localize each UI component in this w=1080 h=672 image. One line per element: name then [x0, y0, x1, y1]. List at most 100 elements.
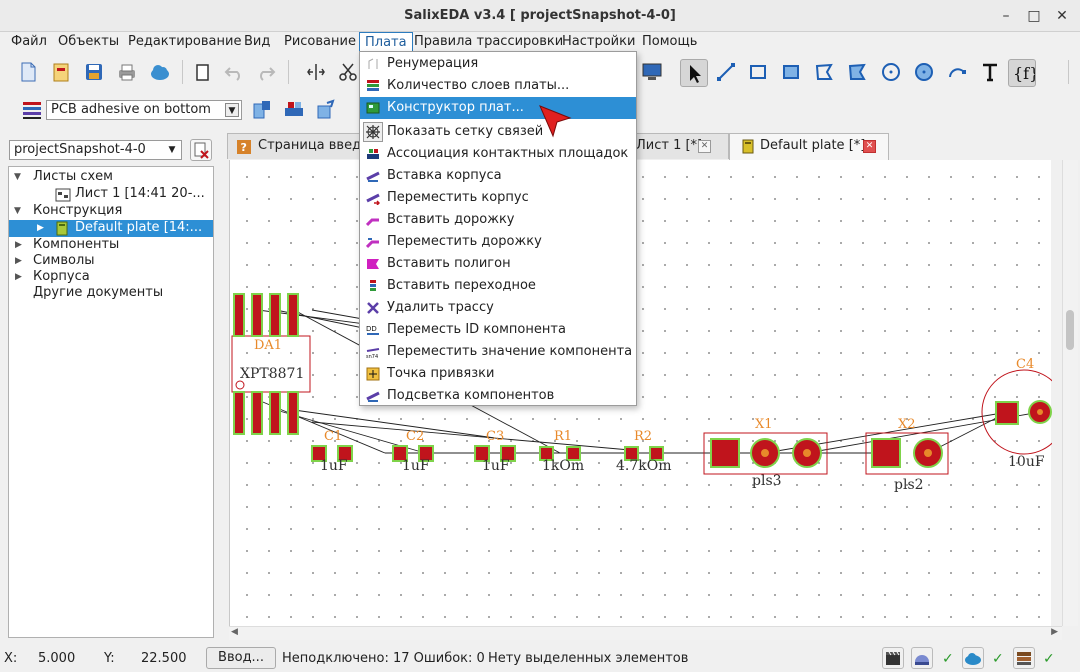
tab-sheet1[interactable]: Лист 1 [*] ✕: [627, 133, 729, 159]
horizontal-scrollbar[interactable]: ◀ ▶: [229, 626, 1062, 640]
layers-stack-icon[interactable]: [20, 98, 44, 122]
menu-routing-rules[interactable]: Правила трассировки: [409, 32, 568, 52]
cut-icon[interactable]: [336, 60, 360, 84]
c3-ref[interactable]: C3: [486, 429, 504, 444]
layer-edit-icon[interactable]: [314, 98, 338, 122]
close-icon[interactable]: ✕: [1052, 6, 1072, 26]
expand-arrow-icon[interactable]: ▼: [14, 169, 26, 185]
draw-line-icon[interactable]: [714, 60, 738, 84]
circle-icon[interactable]: [879, 60, 903, 84]
draw-rect-icon[interactable]: [746, 60, 770, 84]
redo-icon[interactable]: [254, 60, 278, 84]
tree-item-sheet1[interactable]: Лист 1 [14:41 20-...: [9, 186, 213, 203]
tab-start-page[interactable]: ? Страница введения: [227, 133, 367, 159]
c4-value[interactable]: 10uF: [1008, 454, 1045, 470]
layer-settings-icon[interactable]: [250, 98, 274, 122]
copy-icon[interactable]: [190, 60, 214, 84]
menu-help[interactable]: Помощь: [637, 32, 702, 52]
cloud-icon[interactable]: [148, 60, 172, 84]
cloud-sync-icon[interactable]: [962, 647, 984, 669]
collapsed-arrow-icon[interactable]: ▶: [15, 269, 27, 285]
tree-item-construction[interactable]: ▼ Конструкция: [9, 203, 213, 220]
tab-default-plate[interactable]: Default plate [*] ✕: [729, 133, 889, 160]
menu-item-move-id[interactable]: DD Переместь ID компонента: [360, 319, 636, 341]
maximize-icon[interactable]: □: [1024, 6, 1044, 26]
library-icon[interactable]: [1013, 647, 1035, 669]
x2-value[interactable]: pls2: [894, 477, 924, 493]
print-icon[interactable]: [115, 60, 139, 84]
menu-item-insert-package[interactable]: Вставка корпуса: [360, 165, 636, 187]
project-select[interactable]: projectSnapshot-4-0 ▼: [9, 140, 182, 160]
c3-value[interactable]: 1uF: [482, 458, 510, 474]
save-icon[interactable]: [82, 60, 106, 84]
pcb-canvas[interactable]: DA1 XPT8871 C1 1uF C2 1uF C3 1uF R1 1kOm…: [229, 160, 1052, 626]
menu-edit[interactable]: Редактирование: [123, 32, 246, 52]
tree-item-symbols[interactable]: ▶ Символы: [9, 253, 213, 270]
tab-close-icon[interactable]: ✕: [698, 140, 711, 153]
da1-ref[interactable]: DA1: [254, 338, 282, 353]
new-file-icon[interactable]: [16, 60, 40, 84]
c2-ref[interactable]: C2: [406, 429, 424, 444]
menu-plata[interactable]: Плата: [359, 32, 413, 52]
c1-value[interactable]: 1uF: [320, 458, 348, 474]
menu-draw[interactable]: Рисование: [279, 32, 361, 52]
menu-item-delete-trace[interactable]: Удалить трассу: [360, 297, 636, 319]
c2-value[interactable]: 1uF: [402, 458, 430, 474]
expand-arrow-icon[interactable]: ▼: [14, 203, 26, 219]
clapperboard-icon[interactable]: [882, 647, 904, 669]
menu-item-pad-association[interactable]: Ассоциация контактных площадок: [360, 143, 636, 165]
collapsed-arrow-icon[interactable]: ▶: [15, 253, 27, 269]
filled-rect-icon[interactable]: [779, 60, 803, 84]
tree-item-packages[interactable]: ▶ Корпуса: [9, 269, 213, 286]
menu-item-move-package[interactable]: Переместить корпус: [360, 187, 636, 209]
scroll-thumb[interactable]: [1066, 310, 1074, 350]
tree-item-sheets[interactable]: ▼ Листы схем: [9, 169, 213, 186]
x2-ref[interactable]: X2: [898, 417, 916, 432]
select-arrow-icon[interactable]: [680, 59, 708, 87]
menu-item-move-track[interactable]: Переместить дорожку: [360, 231, 636, 253]
menu-item-insert-via[interactable]: Вставить переходное: [360, 275, 636, 297]
c4-ref[interactable]: C4: [1016, 357, 1034, 372]
mirror-icon[interactable]: [304, 60, 328, 84]
menu-item-anchor-point[interactable]: Точка привязки: [360, 363, 636, 385]
tab-close-icon[interactable]: ✕: [863, 140, 876, 153]
r2-value[interactable]: 4.7kOm: [616, 458, 672, 474]
menu-item-layers-count[interactable]: Количество слоев платы...: [360, 75, 636, 97]
menu-settings[interactable]: Настройки: [557, 32, 640, 52]
minimize-icon[interactable]: –: [996, 6, 1016, 26]
scroll-right-icon[interactable]: ▶: [1051, 627, 1058, 637]
c1-ref[interactable]: C1: [324, 429, 342, 444]
filled-polygon-icon[interactable]: [845, 60, 869, 84]
x1-ref[interactable]: X1: [755, 417, 773, 432]
filled-circle-icon[interactable]: [912, 60, 936, 84]
expand-arrow-icon[interactable]: ▶: [37, 220, 49, 236]
menu-item-insert-polygon[interactable]: Вставить полигон: [360, 253, 636, 275]
close-project-icon[interactable]: [190, 139, 212, 161]
r2-ref[interactable]: R2: [634, 429, 652, 444]
tree-item-components[interactable]: ▶ Компоненты: [9, 237, 213, 254]
scroll-left-icon[interactable]: ◀: [231, 627, 238, 637]
layer-pair-icon[interactable]: [282, 98, 306, 122]
r1-ref[interactable]: R1: [554, 429, 572, 444]
menu-view[interactable]: Вид: [239, 32, 275, 52]
polygon-icon[interactable]: [812, 60, 836, 84]
menu-file[interactable]: Файл: [6, 32, 52, 52]
menu-item-renumber[interactable]: Ренумерация: [360, 53, 636, 75]
menu-item-board-constructor[interactable]: Конструктор плат...: [360, 97, 636, 119]
field-icon[interactable]: {f}: [1008, 59, 1036, 87]
r1-value[interactable]: 1kOm: [542, 458, 584, 474]
vertical-scrollbar[interactable]: [1062, 160, 1078, 626]
arc-icon[interactable]: [945, 60, 969, 84]
monitor-icon[interactable]: [640, 60, 664, 84]
layer-select[interactable]: PCB adhesive on bottom ▼: [46, 100, 242, 120]
tree-item-other[interactable]: Другие документы: [9, 285, 213, 302]
menu-objects[interactable]: Объекты: [53, 32, 124, 52]
tree-item-default-plate[interactable]: ▶ Default plate [14:...: [9, 220, 213, 237]
menu-item-ratsnest[interactable]: Показать сетку связей: [360, 121, 636, 143]
menu-item-highlight-components[interactable]: Подсветка компонентов: [360, 385, 636, 407]
text-icon[interactable]: [978, 60, 1002, 84]
open-project-icon[interactable]: [49, 60, 73, 84]
dome-icon[interactable]: [911, 647, 933, 669]
menu-item-insert-track[interactable]: Вставить дорожку: [360, 209, 636, 231]
x1-value[interactable]: pls3: [752, 473, 782, 489]
